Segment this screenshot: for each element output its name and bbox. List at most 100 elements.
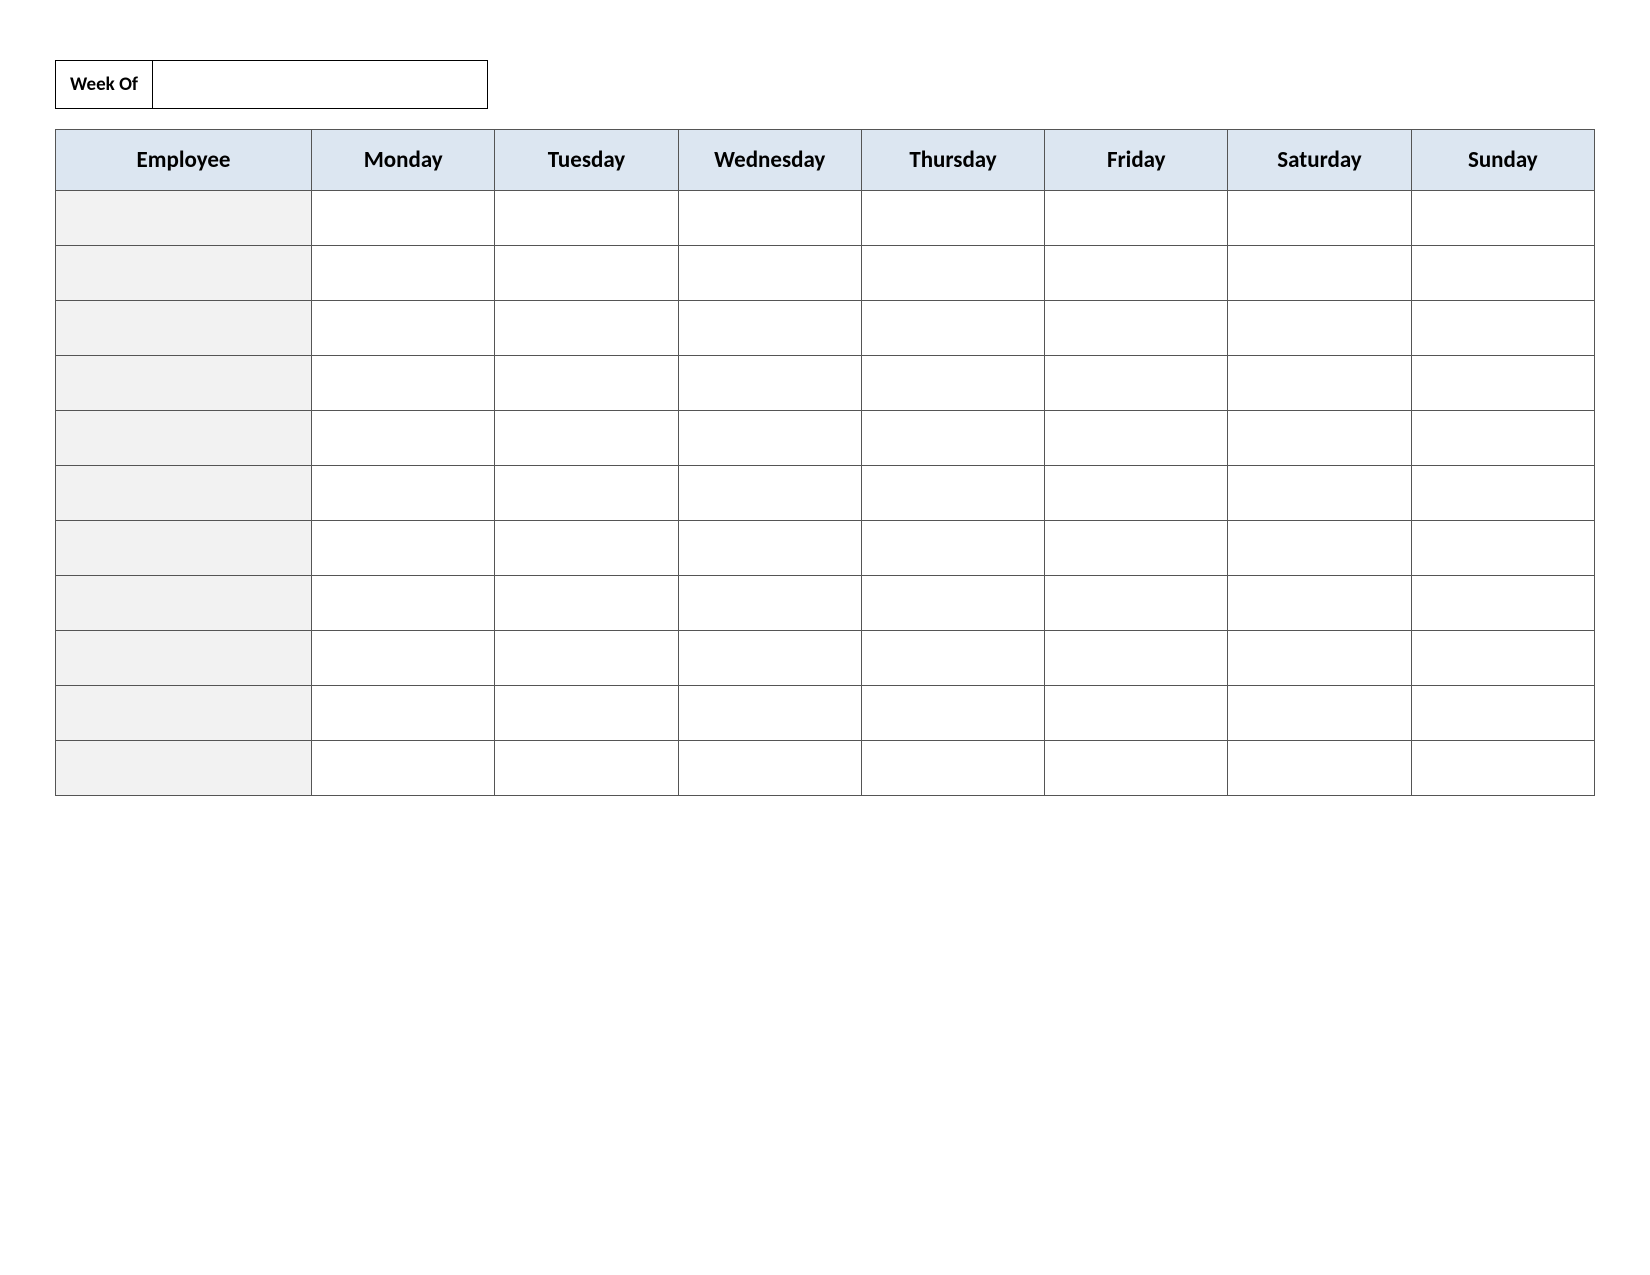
schedule-cell[interactable] [495, 741, 678, 796]
schedule-cell[interactable] [1411, 521, 1594, 576]
schedule-cell[interactable] [678, 521, 861, 576]
schedule-cell[interactable] [1045, 466, 1228, 521]
schedule-cell[interactable] [312, 191, 495, 246]
schedule-cell[interactable] [1228, 466, 1411, 521]
schedule-cell[interactable] [495, 631, 678, 686]
schedule-cell[interactable] [861, 411, 1044, 466]
schedule-cell[interactable] [495, 356, 678, 411]
table-row [56, 521, 1595, 576]
schedule-cell[interactable] [678, 246, 861, 301]
schedule-cell[interactable] [1228, 686, 1411, 741]
schedule-cell[interactable] [1228, 631, 1411, 686]
schedule-cell[interactable] [861, 576, 1044, 631]
schedule-cell[interactable] [1411, 356, 1594, 411]
schedule-cell[interactable] [678, 741, 861, 796]
schedule-cell[interactable] [861, 466, 1044, 521]
schedule-cell[interactable] [312, 631, 495, 686]
employee-cell[interactable] [56, 631, 312, 686]
table-row [56, 411, 1595, 466]
schedule-cell[interactable] [678, 466, 861, 521]
schedule-cell[interactable] [1228, 356, 1411, 411]
schedule-cell[interactable] [495, 466, 678, 521]
header-friday: Friday [1045, 130, 1228, 191]
employee-cell[interactable] [56, 466, 312, 521]
schedule-cell[interactable] [1228, 576, 1411, 631]
schedule-cell[interactable] [861, 686, 1044, 741]
header-sunday: Sunday [1411, 130, 1594, 191]
table-row [56, 301, 1595, 356]
schedule-cell[interactable] [861, 246, 1044, 301]
schedule-cell[interactable] [861, 741, 1044, 796]
schedule-cell[interactable] [1045, 356, 1228, 411]
schedule-cell[interactable] [1411, 741, 1594, 796]
schedule-cell[interactable] [495, 576, 678, 631]
schedule-cell[interactable] [312, 301, 495, 356]
schedule-cell[interactable] [312, 356, 495, 411]
schedule-cell[interactable] [312, 686, 495, 741]
schedule-cell[interactable] [495, 686, 678, 741]
employee-cell[interactable] [56, 411, 312, 466]
schedule-cell[interactable] [312, 411, 495, 466]
employee-cell[interactable] [56, 301, 312, 356]
schedule-cell[interactable] [1045, 191, 1228, 246]
table-row [56, 686, 1595, 741]
schedule-cell[interactable] [1228, 246, 1411, 301]
schedule-cell[interactable] [1411, 631, 1594, 686]
schedule-cell[interactable] [678, 686, 861, 741]
schedule-cell[interactable] [495, 246, 678, 301]
schedule-cell[interactable] [1045, 741, 1228, 796]
schedule-cell[interactable] [1228, 411, 1411, 466]
schedule-cell[interactable] [495, 301, 678, 356]
schedule-cell[interactable] [678, 411, 861, 466]
schedule-cell[interactable] [1045, 686, 1228, 741]
schedule-cell[interactable] [1411, 301, 1594, 356]
employee-cell[interactable] [56, 576, 312, 631]
schedule-cell[interactable] [1228, 191, 1411, 246]
schedule-cell[interactable] [861, 356, 1044, 411]
schedule-cell[interactable] [1411, 411, 1594, 466]
schedule-cell[interactable] [678, 576, 861, 631]
schedule-cell[interactable] [1045, 411, 1228, 466]
schedule-cell[interactable] [1228, 301, 1411, 356]
schedule-cell[interactable] [678, 356, 861, 411]
schedule-cell[interactable] [861, 631, 1044, 686]
schedule-cell[interactable] [678, 631, 861, 686]
schedule-cell[interactable] [312, 466, 495, 521]
schedule-cell[interactable] [1045, 631, 1228, 686]
schedule-cell[interactable] [1045, 521, 1228, 576]
header-wednesday: Wednesday [678, 130, 861, 191]
schedule-cell[interactable] [1045, 301, 1228, 356]
employee-cell[interactable] [56, 741, 312, 796]
schedule-cell[interactable] [861, 521, 1044, 576]
employee-cell[interactable] [56, 356, 312, 411]
schedule-cell[interactable] [1411, 686, 1594, 741]
schedule-cell[interactable] [495, 521, 678, 576]
schedule-cell[interactable] [312, 521, 495, 576]
schedule-cell[interactable] [1228, 521, 1411, 576]
header-row: Employee Monday Tuesday Wednesday Thursd… [56, 130, 1595, 191]
schedule-cell[interactable] [1411, 246, 1594, 301]
employee-cell[interactable] [56, 191, 312, 246]
schedule-cell[interactable] [861, 301, 1044, 356]
schedule-cell[interactable] [678, 301, 861, 356]
table-row [56, 246, 1595, 301]
schedule-cell[interactable] [1228, 741, 1411, 796]
employee-cell[interactable] [56, 521, 312, 576]
schedule-cell[interactable] [312, 576, 495, 631]
schedule-cell[interactable] [312, 246, 495, 301]
schedule-cell[interactable] [495, 411, 678, 466]
schedule-table: Employee Monday Tuesday Wednesday Thursd… [55, 129, 1595, 796]
week-of-input[interactable] [153, 60, 488, 109]
schedule-cell[interactable] [1045, 576, 1228, 631]
schedule-cell[interactable] [678, 191, 861, 246]
schedule-cell[interactable] [1045, 246, 1228, 301]
schedule-cell[interactable] [861, 191, 1044, 246]
schedule-cell[interactable] [1411, 466, 1594, 521]
header-employee: Employee [56, 130, 312, 191]
schedule-cell[interactable] [1411, 576, 1594, 631]
schedule-cell[interactable] [1411, 191, 1594, 246]
schedule-cell[interactable] [312, 741, 495, 796]
employee-cell[interactable] [56, 246, 312, 301]
schedule-cell[interactable] [495, 191, 678, 246]
employee-cell[interactable] [56, 686, 312, 741]
